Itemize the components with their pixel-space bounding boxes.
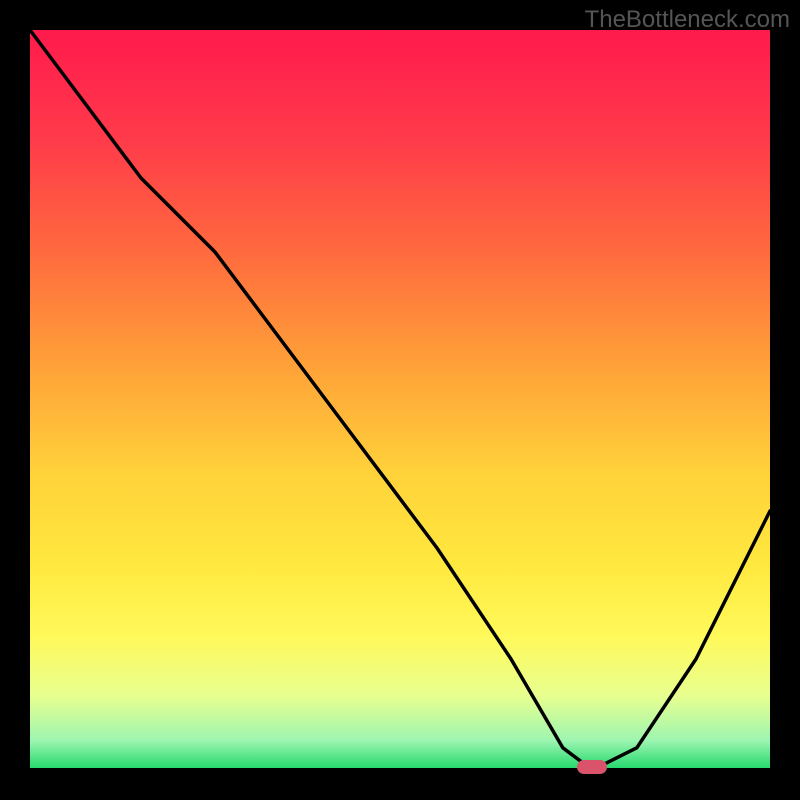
plot-area — [30, 30, 770, 770]
bottleneck-curve — [30, 30, 770, 770]
watermark-text: TheBottleneck.com — [585, 6, 790, 34]
optimal-point-marker — [577, 760, 607, 774]
